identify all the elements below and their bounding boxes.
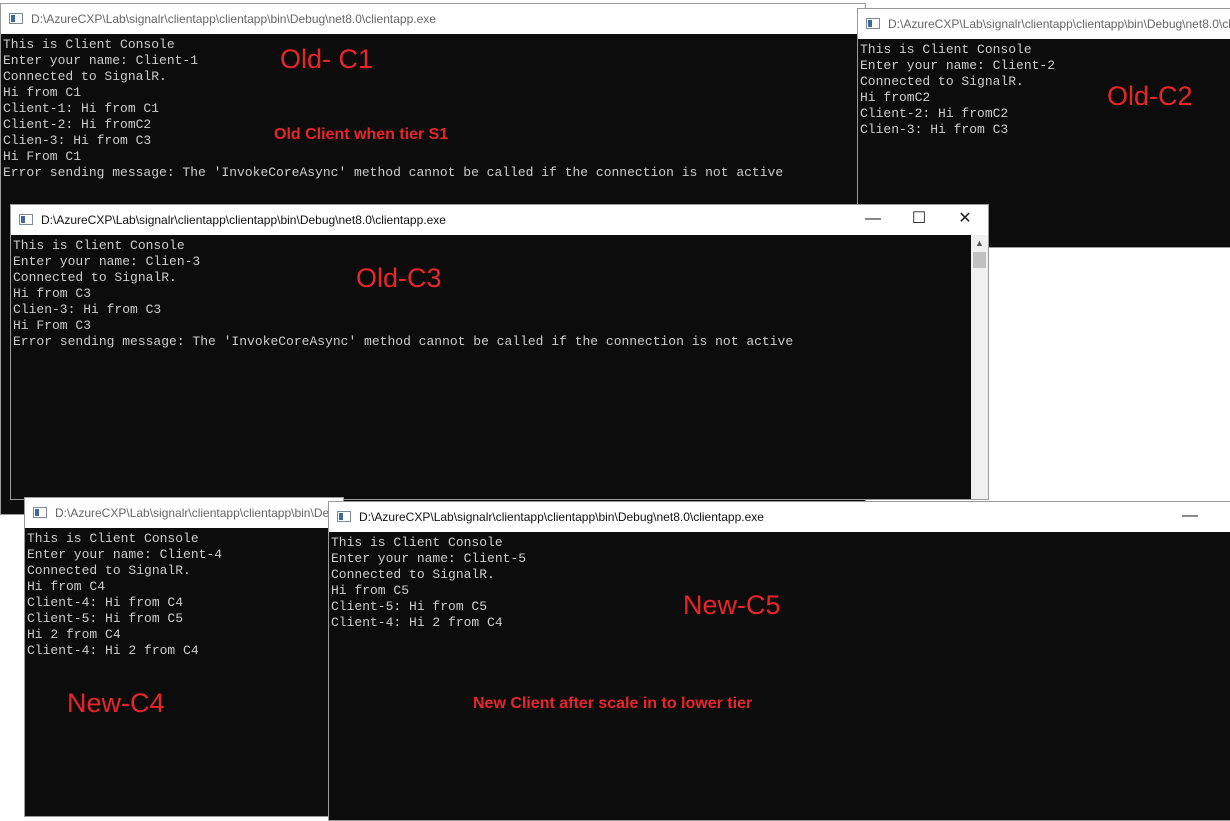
console-line: Connected to SignalR.: [3, 69, 167, 84]
console-line: This is Client Console: [860, 42, 1032, 57]
console-line: Clien-3: Hi from C3: [13, 302, 162, 317]
console-window-client-3[interactable]: D:\AzureCXP\Lab\signalr\clientapp\client…: [10, 204, 989, 500]
console-line: Clien-3: Hi from C3: [860, 122, 1009, 137]
scroll-up-arrow-icon[interactable]: ▲: [971, 235, 988, 252]
window-title: D:\AzureCXP\Lab\signalr\clientapp\client…: [359, 510, 764, 524]
annotation-old-client-tier: Old Client when tier S1: [274, 126, 449, 143]
console-window-client-4[interactable]: D:\AzureCXP\Lab\signalr\clientapp\client…: [24, 497, 344, 817]
window-titlebar[interactable]: D:\AzureCXP\Lab\signalr\clientapp\client…: [25, 498, 343, 528]
window-title: D:\AzureCXP\Lab\signalr\clientapp\client…: [888, 17, 1230, 31]
window-title: D:\AzureCXP\Lab\signalr\clientapp\client…: [31, 12, 436, 26]
console-line: Client-4: Hi from C4: [27, 595, 184, 610]
console-app-icon: [19, 214, 33, 225]
console-line: This is Client Console: [27, 531, 199, 546]
console-line: Enter your name: Clien-3: [13, 254, 201, 269]
close-button[interactable]: ✕: [942, 205, 988, 235]
console-output[interactable]: This is Client Console Enter your name: …: [11, 235, 971, 499]
annotation-old-c2: Old-C2: [1107, 81, 1193, 111]
console-line: Enter your name: Client-2: [860, 58, 1056, 73]
console-line: This is Client Console: [13, 238, 185, 253]
window-titlebar[interactable]: D:\AzureCXP\Lab\signalr\clientapp\client…: [329, 502, 1230, 532]
console-app-icon: [337, 511, 351, 522]
vertical-scrollbar[interactable]: ▲: [971, 235, 988, 499]
console-line: Connected to SignalR.: [27, 563, 191, 578]
annotation-new-c4: New-C4: [67, 688, 165, 718]
console-app-icon: [866, 18, 880, 29]
window-titlebar[interactable]: D:\AzureCXP\Lab\signalr\clientapp\client…: [11, 205, 988, 235]
console-output[interactable]: This is Client Console Enter your name: …: [25, 528, 343, 816]
console-line: Error sending message: The 'InvokeCoreAs…: [3, 165, 784, 180]
console-line: Error sending message: The 'InvokeCoreAs…: [13, 334, 794, 349]
console-line: Connected to SignalR.: [13, 270, 177, 285]
console-line: This is Client Console: [3, 37, 175, 52]
console-output[interactable]: This is Client Console Enter your name: …: [329, 532, 1230, 820]
console-line: Client-1: Hi from C1: [3, 101, 160, 116]
annotation-old-c1: Old- C1: [280, 44, 374, 74]
annotation-old-c3: Old-C3: [356, 263, 442, 293]
console-line: Hi From C1: [3, 149, 82, 164]
console-line: Hi 2 from C4: [27, 627, 121, 642]
console-line: Hi from C4: [27, 579, 106, 594]
console-line: Hi from C3: [13, 286, 92, 301]
console-app-icon: [9, 13, 23, 24]
console-app-icon: [33, 507, 47, 518]
console-line: Hi From C3: [13, 318, 92, 333]
console-window-client-5[interactable]: D:\AzureCXP\Lab\signalr\clientapp\client…: [328, 501, 1230, 821]
window-title: D:\AzureCXP\Lab\signalr\clientapp\client…: [41, 213, 446, 227]
console-line: This is Client Console: [331, 535, 503, 550]
console-line: Enter your name: Client-1: [3, 53, 199, 68]
annotation-new-c5: New-C5: [683, 590, 781, 620]
console-line: Client-4: Hi 2 from C4: [27, 643, 199, 658]
console-line: Enter your name: Client-5: [331, 551, 527, 566]
window-title: D:\AzureCXP\Lab\signalr\clientapp\client…: [55, 506, 343, 520]
console-line: Enter your name: Client-4: [27, 547, 223, 562]
maximize-button[interactable]: ☐: [896, 205, 942, 235]
console-line: Connected to SignalR.: [331, 567, 495, 582]
console-line: Client-5: Hi from C5: [27, 611, 184, 626]
annotation-new-client-tier: New Client after scale in to lower tier: [473, 695, 753, 712]
minimize-button[interactable]: —: [1167, 502, 1213, 532]
console-line: Hi from C1: [3, 85, 82, 100]
window-titlebar[interactable]: D:\AzureCXP\Lab\signalr\clientapp\client…: [858, 9, 1230, 39]
window-titlebar[interactable]: D:\AzureCXP\Lab\signalr\clientapp\client…: [1, 4, 865, 34]
minimize-button[interactable]: —: [850, 205, 896, 235]
scroll-thumb[interactable]: [973, 252, 986, 268]
